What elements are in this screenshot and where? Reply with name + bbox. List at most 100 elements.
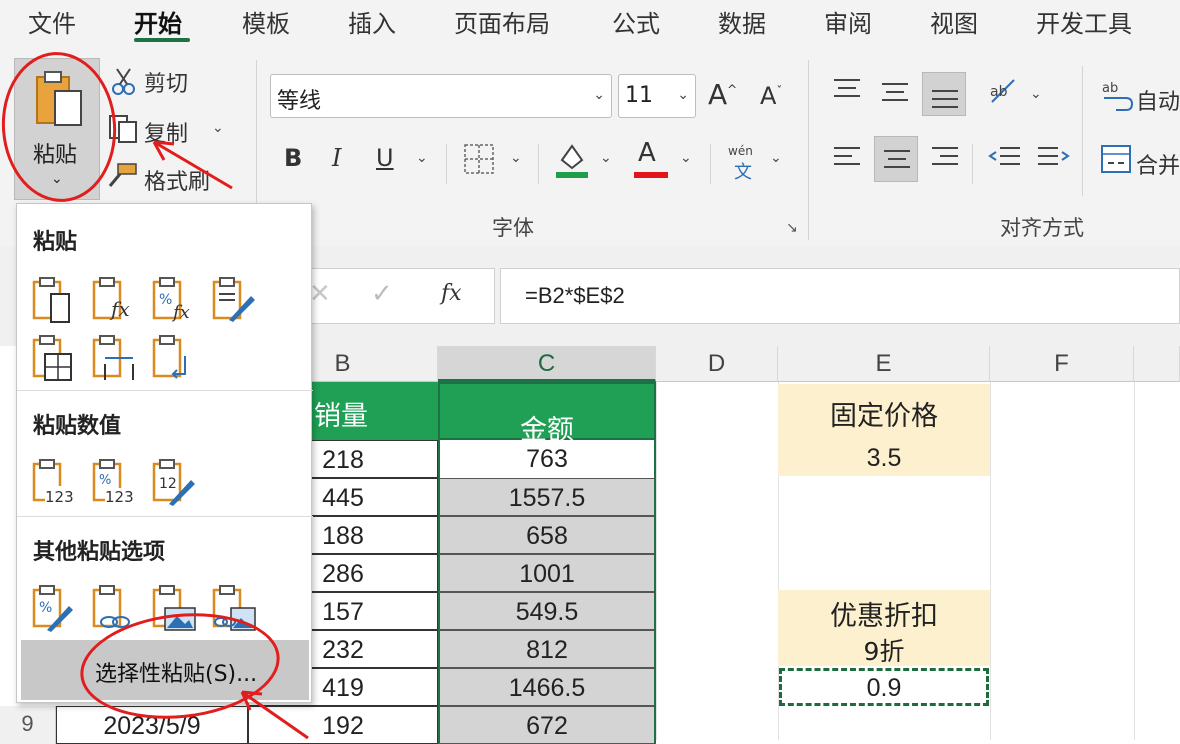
tab-file[interactable]: 文件: [28, 4, 76, 39]
wrap-text-button[interactable]: 自动: [1136, 84, 1180, 116]
formula-buttons: ✕ ✓ fx: [290, 268, 495, 324]
cell-e-discount[interactable]: 0.9: [779, 668, 989, 706]
border-dropdown-icon[interactable]: ⌄: [510, 150, 522, 166]
fill-color-icon[interactable]: [554, 140, 590, 180]
cell-c9[interactable]: 672: [438, 706, 656, 744]
decrease-font-icon[interactable]: Aˇ: [760, 82, 782, 110]
annotation-arrow-special: [240, 690, 309, 740]
underline-button[interactable]: U: [376, 144, 394, 172]
align-center-icon: [884, 150, 910, 168]
cell-c2[interactable]: 763: [438, 440, 656, 478]
align-top-icon[interactable]: [832, 76, 862, 102]
annotation-arrow-paste: [152, 140, 233, 190]
column-header-c[interactable]: C: [438, 346, 656, 382]
fixed-price-value[interactable]: 3.5: [778, 444, 990, 473]
font-color-dropdown-icon[interactable]: ⌄: [680, 150, 692, 166]
tab-view[interactable]: 视图: [930, 4, 978, 39]
paste-values-section-title: 粘贴数值: [33, 414, 122, 439]
paste-keep-source-formatting-icon[interactable]: [211, 276, 257, 326]
align-left-icon[interactable]: [832, 144, 862, 170]
paste-keep-column-widths-icon[interactable]: [91, 334, 137, 384]
tab-template[interactable]: 模板: [242, 4, 290, 39]
border-icon[interactable]: [462, 142, 496, 176]
orientation-dropdown-icon[interactable]: ⌄: [1030, 86, 1042, 102]
discount-sub[interactable]: 9折: [778, 632, 990, 668]
svg-text:fx: fx: [109, 297, 130, 321]
paste-formulas-icon[interactable]: fx: [91, 276, 137, 326]
svg-text:12: 12: [159, 476, 177, 492]
align-bottom-icon: [932, 90, 958, 108]
row-header-9[interactable]: 9: [0, 706, 56, 744]
increase-indent-icon[interactable]: [1036, 144, 1070, 170]
divider: [808, 60, 809, 240]
header-amount[interactable]: 金额: [438, 382, 656, 445]
phonetic-dropdown-icon[interactable]: ⌄: [770, 150, 782, 166]
font-size-select[interactable]: 11 ⌄: [618, 74, 696, 118]
paste-values-number-format-icon[interactable]: %123: [91, 458, 137, 508]
svg-text:ab: ab: [1102, 81, 1118, 96]
svg-text:123: 123: [105, 488, 134, 506]
align-middle-icon[interactable]: [880, 80, 910, 106]
orientation-icon[interactable]: ab: [988, 76, 1024, 110]
confirm-icon[interactable]: ✓: [371, 279, 393, 309]
divider: [1082, 66, 1083, 196]
tab-developer[interactable]: 开发工具: [1036, 4, 1132, 39]
phonetic-guide-icon[interactable]: 文: [734, 158, 752, 184]
underline-dropdown-icon[interactable]: ⌄: [416, 150, 428, 166]
italic-button[interactable]: I: [332, 144, 341, 172]
formula-input[interactable]: =B2*$E$2: [500, 268, 1180, 324]
tab-home[interactable]: 开始: [134, 4, 182, 39]
column-header-f[interactable]: F: [990, 346, 1134, 382]
align-right-icon[interactable]: [930, 144, 960, 170]
column-header-e[interactable]: E: [778, 346, 990, 382]
cancel-icon[interactable]: ✕: [309, 279, 331, 309]
font-color-icon[interactable]: A: [638, 138, 656, 168]
menu-bar: 文件 开始 模板 插入 页面布局 公式 数据 审阅 视图 开发工具: [0, 0, 1180, 46]
gridline: [656, 382, 657, 740]
paste-transpose-icon[interactable]: [151, 334, 197, 384]
cell-c5[interactable]: 1001: [438, 554, 656, 592]
cut-button[interactable]: 剪切: [144, 66, 188, 98]
tab-review[interactable]: 审阅: [824, 4, 872, 39]
tab-formulas[interactable]: 公式: [612, 4, 660, 39]
cell-c4[interactable]: 658: [438, 516, 656, 554]
svg-text:fx: fx: [171, 302, 190, 323]
align-bottom-button[interactable]: [922, 72, 966, 116]
divider: [446, 144, 447, 184]
paste-no-borders-icon[interactable]: [31, 334, 77, 384]
dialog-launcher-icon[interactable]: ↘: [786, 220, 798, 236]
tab-insert[interactable]: 插入: [348, 4, 396, 39]
cell-c8[interactable]: 1466.5: [438, 668, 656, 706]
increase-font-icon[interactable]: A^: [708, 78, 737, 111]
divider: [538, 144, 539, 184]
paste-icon[interactable]: [31, 276, 77, 326]
column-header-g[interactable]: [1134, 346, 1180, 382]
merge-button[interactable]: 合并: [1136, 148, 1180, 180]
font-name-select[interactable]: 等线 ⌄: [270, 74, 612, 118]
paste-formulas-number-format-icon[interactable]: %fx: [151, 276, 197, 326]
menu-divider: [17, 516, 313, 517]
svg-text:%: %: [159, 292, 172, 308]
paste-formatting-icon[interactable]: %: [31, 584, 77, 634]
paste-section-title: 粘贴: [33, 230, 78, 255]
phonetic-top: wén: [728, 144, 753, 158]
gridline: [1134, 382, 1135, 740]
paste-values-icon[interactable]: 123: [31, 458, 77, 508]
align-center-button[interactable]: [874, 136, 918, 182]
insert-function-icon[interactable]: fx: [441, 281, 462, 306]
paste-values-source-formatting-icon[interactable]: 12: [151, 458, 197, 508]
cell-c3[interactable]: 1557.5: [438, 478, 656, 516]
other-paste-options-title: 其他粘贴选项: [33, 540, 166, 565]
alignment-group-label: 对齐方式: [1000, 216, 1084, 240]
format-painter-icon: [108, 163, 137, 187]
tab-page-layout[interactable]: 页面布局: [454, 4, 550, 39]
divider: [710, 144, 711, 184]
cell-c6[interactable]: 549.5: [438, 592, 656, 630]
bold-button[interactable]: B: [284, 144, 302, 172]
cell-c7[interactable]: 812: [438, 630, 656, 668]
tab-data[interactable]: 数据: [718, 4, 766, 39]
fill-color-dropdown-icon[interactable]: ⌄: [600, 150, 612, 166]
menu-divider: [17, 390, 313, 391]
column-header-d[interactable]: D: [656, 346, 778, 382]
decrease-indent-icon[interactable]: [988, 144, 1022, 170]
